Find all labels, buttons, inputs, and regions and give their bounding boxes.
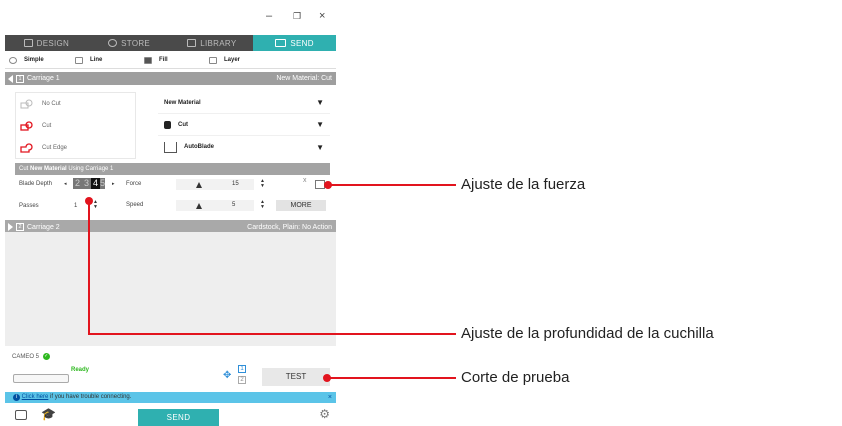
mode-line[interactable]: Line	[75, 56, 144, 64]
connected-icon: ✓	[42, 352, 50, 360]
force-callout-label: Ajuste de la fuerza	[461, 176, 586, 193]
mode-simple[interactable]: Simple	[9, 56, 75, 64]
blade-depth-increase[interactable]: ▸	[112, 182, 115, 187]
silhouette-studio-window: – ❐ × DESIGN STORE LIBRARY SEND Simple L…	[0, 0, 341, 426]
action-no-cut[interactable]: No Cut	[16, 93, 135, 115]
carriage-material: New Material: Cut	[276, 75, 332, 82]
move-arrows-icon[interactable]: ✥	[223, 370, 231, 381]
carriage-title: Carriage 1	[27, 75, 60, 82]
force-label: Force	[126, 181, 142, 187]
grid-icon	[23, 39, 33, 47]
speed-label: Speed	[126, 202, 144, 208]
connection-info-bar: i Click here if you have trouble connect…	[5, 392, 336, 403]
force-value[interactable]: 15	[228, 179, 254, 190]
cut-icon	[20, 121, 33, 131]
device-status: Ready	[71, 367, 90, 373]
machine-history-icon[interactable]	[15, 410, 27, 420]
speed-stepper[interactable]: ▲ ▼	[260, 200, 265, 210]
store-icon	[108, 39, 118, 47]
carriage-number: 2	[16, 223, 24, 231]
library-icon	[187, 39, 197, 47]
test-button[interactable]: TEST	[262, 368, 330, 386]
chevron-down-icon: ▼	[316, 98, 324, 107]
speed-value[interactable]: 5	[228, 200, 254, 211]
depth-callout-line-horizontal	[88, 333, 456, 335]
depth-callout-label: Ajuste de la profundidad de la cuchilla	[461, 325, 714, 342]
speed-slider-thumb[interactable]	[196, 203, 202, 209]
fill-mode-icon	[144, 56, 152, 64]
layer-mode-icon	[209, 56, 217, 64]
main-tabs: DESIGN STORE LIBRARY SEND	[5, 35, 336, 51]
mode-layer[interactable]: Layer	[209, 56, 240, 64]
chevron-down-icon: ▼	[316, 142, 324, 152]
restore-button[interactable]: ❐	[293, 11, 301, 22]
autoblade-icon	[164, 141, 177, 153]
expand-icon	[8, 223, 13, 231]
passes-stepper[interactable]: ▲ ▼	[93, 200, 98, 210]
blade-depth-decrease[interactable]: ◂	[64, 182, 67, 187]
tab-store[interactable]: STORE	[88, 35, 171, 51]
send-mode-selector: Simple Line Fill Layer	[5, 52, 336, 69]
force-stepper[interactable]: ▲ ▼	[260, 179, 265, 189]
carriage-2-select[interactable]: 2	[238, 376, 246, 384]
empty-area	[5, 232, 336, 346]
cut-blade-icon	[164, 120, 171, 129]
close-button[interactable]: ×	[319, 10, 325, 22]
tool-dropdown[interactable]: AutoBlade ▼	[158, 136, 330, 158]
material-dropdown[interactable]: New Material ▼	[158, 92, 330, 114]
help-link[interactable]: Click here	[22, 394, 49, 400]
more-button[interactable]: MORE	[276, 200, 326, 211]
no-cut-icon	[20, 99, 33, 109]
passes-value[interactable]: 1	[74, 203, 77, 209]
line-mode-icon	[75, 56, 83, 64]
mode-fill[interactable]: Fill	[144, 56, 209, 64]
collapse-icon	[8, 74, 13, 83]
carriage-1-select[interactable]: 1	[238, 365, 246, 373]
action-cut-edge[interactable]: Cut Edge	[16, 137, 135, 159]
machine-icon	[275, 39, 287, 47]
blade-depth-label: Blade Depth	[19, 181, 53, 187]
tutorial-icon[interactable]: 🎓	[41, 407, 56, 421]
cutter-image-icon	[13, 374, 69, 383]
carriage-1-header[interactable]: 1 Carriage 1 New Material: Cut	[5, 72, 336, 85]
carriage-number: 1	[16, 74, 24, 83]
chevron-down-icon: ▼	[316, 120, 324, 129]
tab-library[interactable]: LIBRARY	[171, 35, 254, 51]
depth-callout-line-vertical	[88, 200, 90, 335]
blade-depth-value: 4	[91, 178, 100, 189]
action-dropdown[interactable]: Cut ▼	[158, 114, 330, 136]
material-settings: New Material ▼ Cut ▼ AutoBlade ▼	[158, 92, 330, 159]
passes-label: Passes	[19, 203, 39, 209]
send-button[interactable]: SEND	[138, 409, 219, 426]
gear-icon[interactable]: ⚙	[319, 407, 330, 421]
test-callout-line	[326, 377, 456, 379]
blade-depth-selector[interactable]: 2 3 4 5	[73, 178, 105, 189]
carriage-title: Carriage 2	[27, 223, 60, 231]
radio-icon	[9, 56, 17, 64]
cut-action-list: No Cut Cut Cut Edge	[15, 92, 136, 159]
tab-design[interactable]: DESIGN	[5, 35, 88, 51]
test-callout-label: Corte de prueba	[461, 369, 570, 386]
x-icon: x	[303, 177, 307, 184]
carriage-material: Cardstock, Plain: No Action	[247, 223, 332, 231]
close-info-button[interactable]: ×	[328, 392, 332, 403]
minimize-button[interactable]: –	[266, 10, 272, 22]
action-cut[interactable]: Cut	[16, 115, 135, 137]
info-icon: i	[13, 394, 20, 401]
cut-edge-icon	[20, 143, 33, 153]
device-name-row: CAMEO 5 ✓	[5, 350, 336, 364]
force-slider-thumb[interactable]	[196, 182, 202, 188]
cut-summary-bar: Cut New Material Using Carriage 1	[15, 163, 330, 175]
force-callout-line	[328, 184, 456, 186]
tab-send[interactable]: SEND	[253, 35, 336, 51]
